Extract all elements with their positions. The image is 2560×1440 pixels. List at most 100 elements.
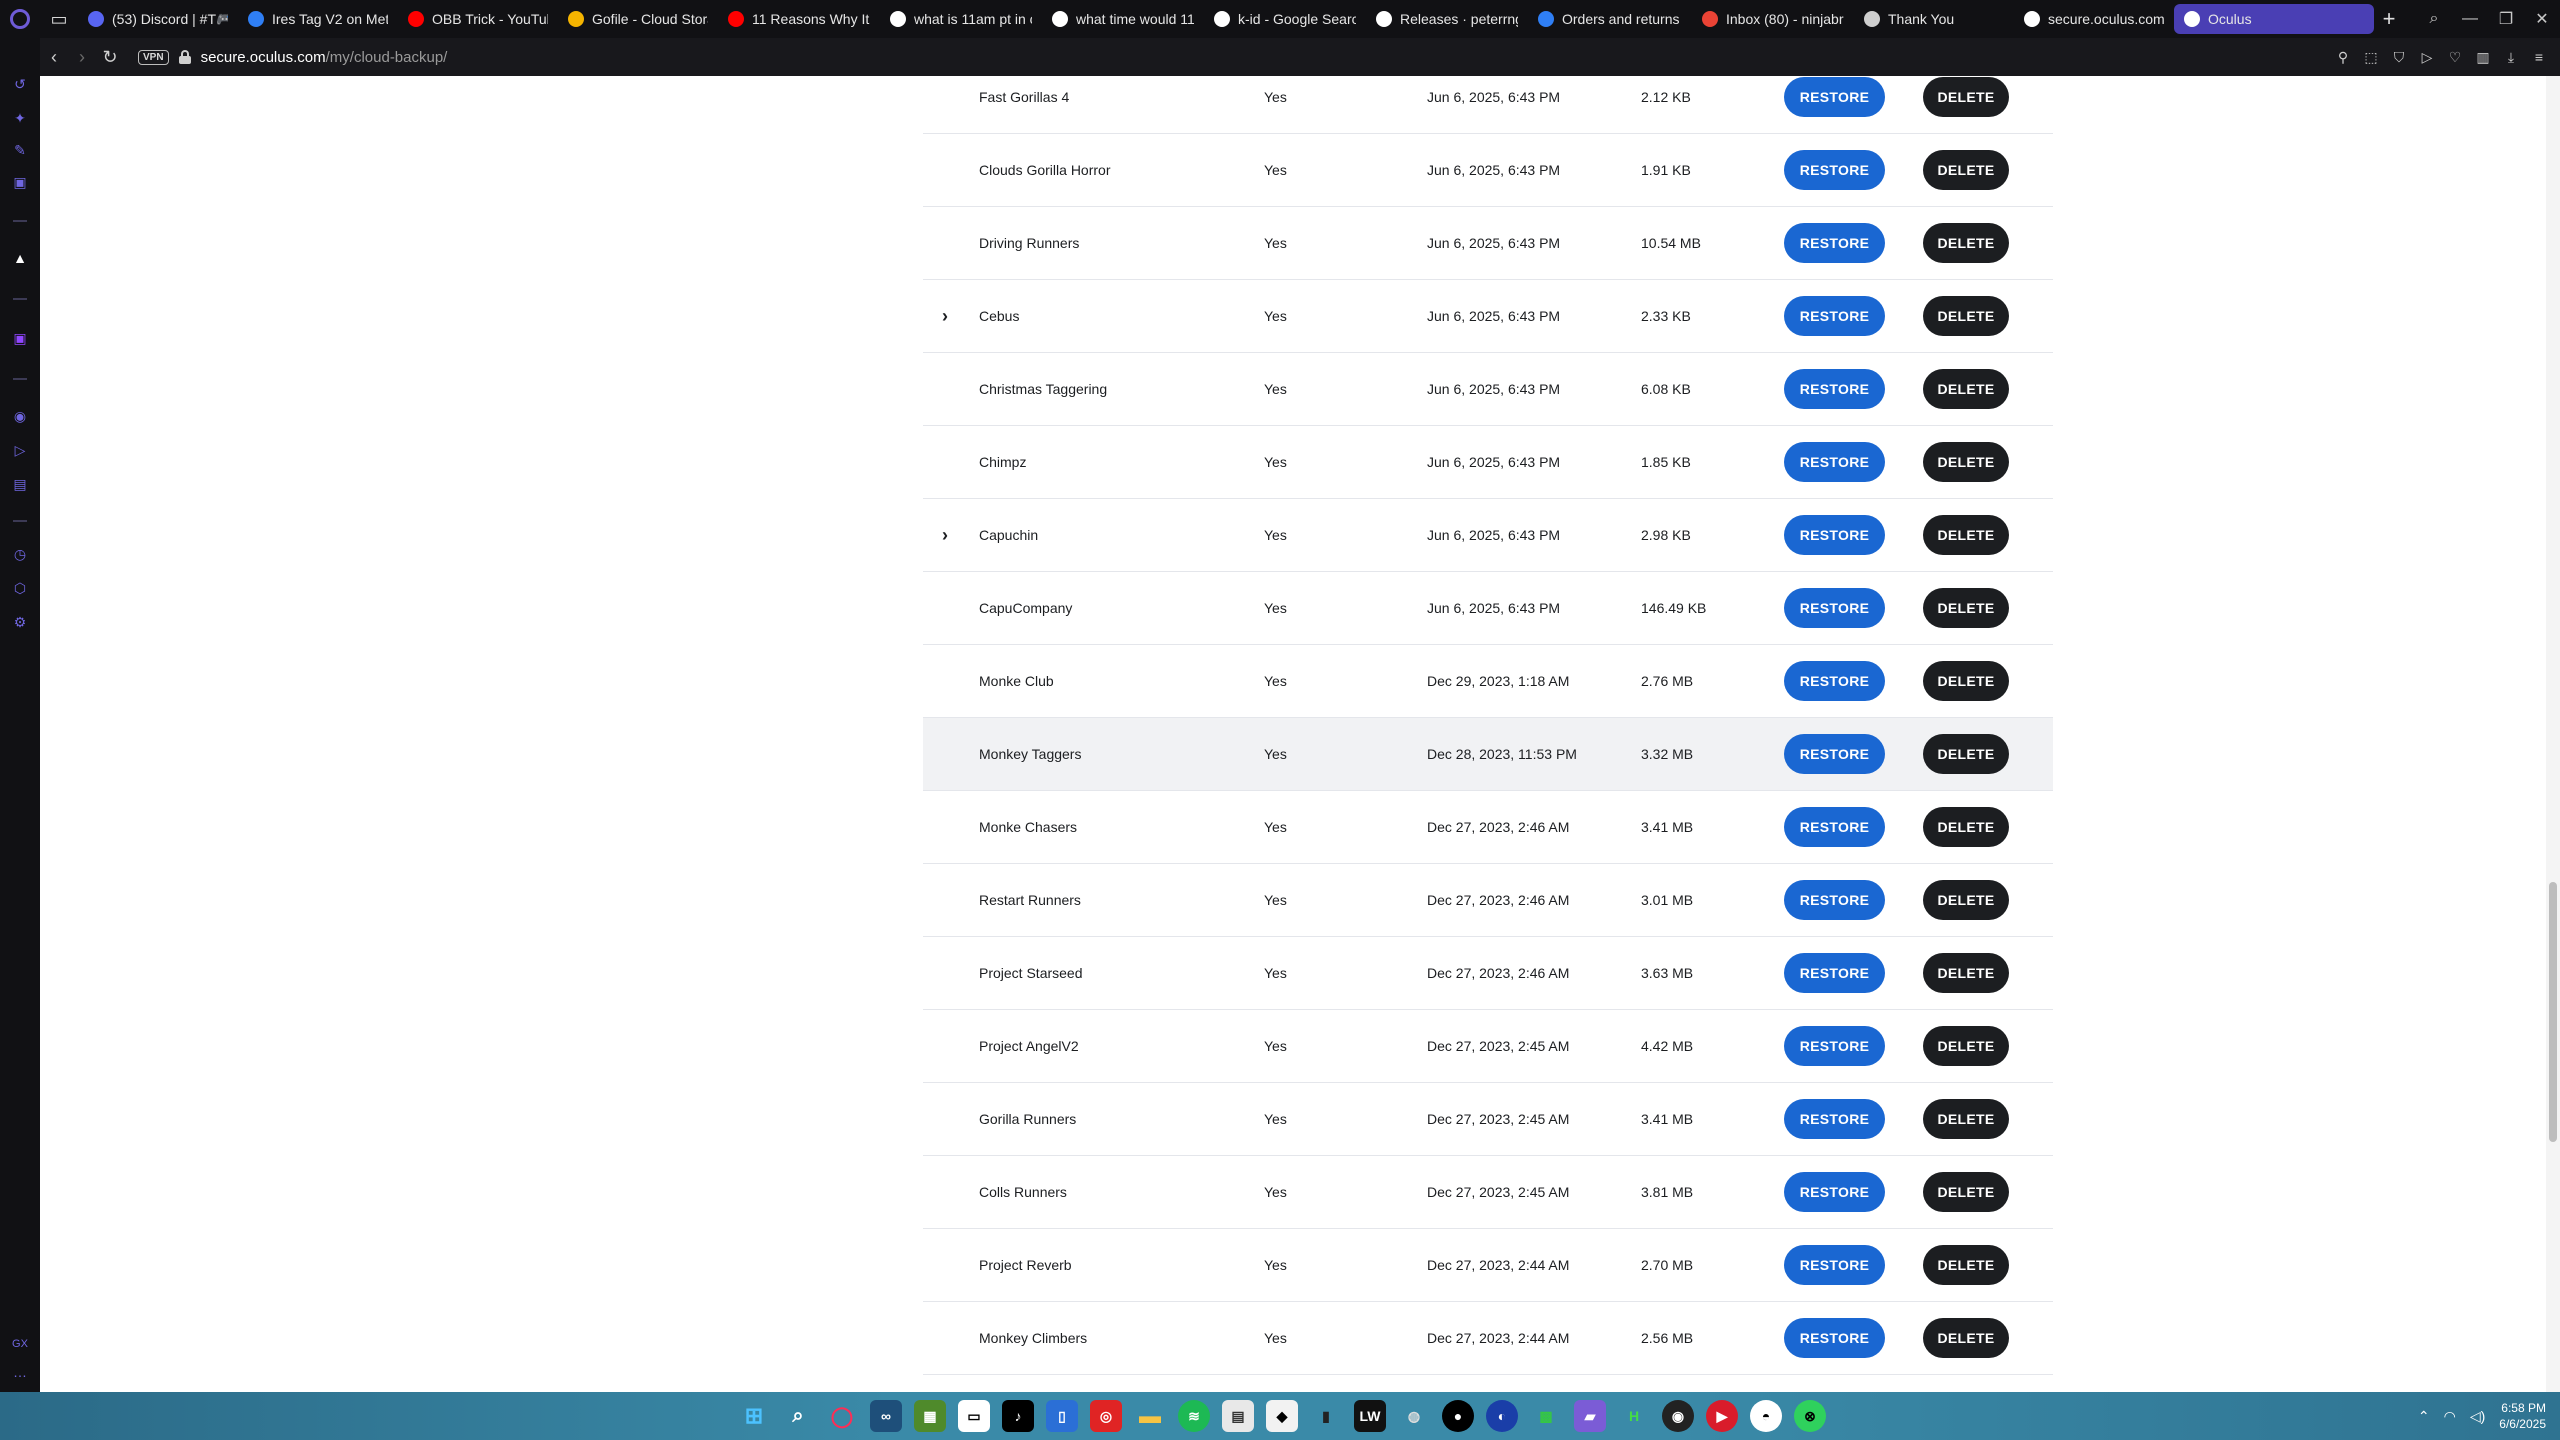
delete-button[interactable]: DELETE: [1923, 1245, 2009, 1285]
restore-button[interactable]: RESTORE: [1784, 296, 1885, 336]
restore-button[interactable]: RESTORE: [1784, 1245, 1885, 1285]
minecraft-icon[interactable]: ▦: [914, 1400, 946, 1432]
delete-button[interactable]: DELETE: [1923, 588, 2009, 628]
media-player-icon[interactable]: ▶: [1706, 1400, 1738, 1432]
browser-tab[interactable]: Inbox (80) - ninjabro: [1692, 4, 1854, 34]
url-field[interactable]: secure.oculus.com/my/cloud-backup/: [201, 49, 448, 66]
browser-tab[interactable]: Gofile - Cloud Storag: [558, 4, 718, 34]
shield-icon[interactable]: ⛉: [2388, 46, 2410, 68]
close-icon[interactable]: ✕: [2524, 0, 2560, 38]
menu-icon[interactable]: ≡: [2528, 46, 2550, 68]
pen-icon[interactable]: ▮: [1310, 1400, 1342, 1432]
pin-icon[interactable]: ⚲: [2332, 46, 2354, 68]
delete-button[interactable]: DELETE: [1923, 296, 2009, 336]
vpn-badge[interactable]: VPN: [138, 49, 169, 65]
search-tabs-icon[interactable]: ⌕: [2416, 0, 2452, 38]
maximize-icon[interactable]: ❐: [2488, 0, 2524, 38]
ai-icon[interactable]: ▲: [10, 248, 30, 268]
browser-tab[interactable]: secure.oculus.com/m: [2014, 4, 2174, 34]
tiktok-icon[interactable]: ♪: [1002, 1400, 1034, 1432]
browser-tab[interactable]: 11 Reasons Why It's: [718, 4, 880, 34]
chevron-right-icon[interactable]: ›: [935, 525, 955, 546]
restore-button[interactable]: RESTORE: [1784, 515, 1885, 555]
history-icon[interactable]: ↺: [10, 74, 30, 94]
delete-button[interactable]: DELETE: [1923, 1099, 2009, 1139]
delete-button[interactable]: DELETE: [1923, 734, 2009, 774]
wifi-icon[interactable]: ◠: [2444, 1408, 2456, 1425]
app-icon[interactable]: ∞: [870, 1400, 902, 1432]
player-icon[interactable]: ◉: [10, 406, 30, 426]
restore-button[interactable]: RESTORE: [1784, 150, 1885, 190]
tab-menu-icon[interactable]: ▭: [40, 0, 78, 38]
delete-button[interactable]: DELETE: [1923, 150, 2009, 190]
delete-button[interactable]: DELETE: [1923, 77, 2009, 117]
reload-icon[interactable]: ↻: [96, 38, 124, 76]
delete-button[interactable]: DELETE: [1923, 953, 2009, 993]
download-icon[interactable]: ⤓: [2500, 46, 2522, 68]
twitch-icon[interactable]: ▣: [10, 328, 30, 348]
chrome-icon[interactable]: ◉: [1662, 1400, 1694, 1432]
workspace-icon[interactable]: ▣: [10, 172, 30, 192]
delete-button[interactable]: DELETE: [1923, 807, 2009, 847]
scroll-thumb[interactable]: [2549, 882, 2557, 1142]
page-scrollbar[interactable]: [2546, 76, 2560, 1392]
chevron-right-icon[interactable]: ›: [935, 306, 955, 327]
disk-icon[interactable]: ◐: [1486, 1400, 1518, 1432]
browser-tab[interactable]: Thank You: [1854, 4, 2014, 34]
restore-button[interactable]: RESTORE: [1784, 734, 1885, 774]
search-icon[interactable]: ⌕: [782, 1400, 814, 1432]
terminal-icon[interactable]: ▭: [958, 1400, 990, 1432]
creeper-icon[interactable]: ▩: [1530, 1400, 1562, 1432]
play-icon[interactable]: ▷: [2416, 46, 2438, 68]
steam-icon[interactable]: ◓: [1750, 1400, 1782, 1432]
browser-tab[interactable]: what time would 11a: [1042, 4, 1204, 34]
lock-icon[interactable]: [178, 50, 191, 64]
restore-button[interactable]: RESTORE: [1784, 1172, 1885, 1212]
delete-button[interactable]: DELETE: [1923, 1026, 2009, 1066]
restore-button[interactable]: RESTORE: [1784, 880, 1885, 920]
browser-tab[interactable]: Releases · peterrng/: [1366, 4, 1528, 34]
roblox-icon[interactable]: ◆: [1266, 1400, 1298, 1432]
chevron-up-icon[interactable]: ⌃: [2418, 1408, 2430, 1425]
browser-tab[interactable]: Ires Tag V2 on Meta: [238, 4, 398, 34]
settings-icon[interactable]: ⚙: [10, 612, 30, 632]
clock-icon[interactable]: ◷: [10, 544, 30, 564]
forward-icon[interactable]: ›: [68, 38, 96, 76]
restore-button[interactable]: RESTORE: [1784, 77, 1885, 117]
lw-icon[interactable]: LW: [1354, 1400, 1386, 1432]
back-icon[interactable]: ‹: [40, 38, 68, 76]
send-icon[interactable]: ▷: [10, 440, 30, 460]
browser-tab[interactable]: k-id - Google Search: [1204, 4, 1366, 34]
browser-tab[interactable]: (53) Discord | #T🎮: [78, 4, 238, 34]
delete-button[interactable]: DELETE: [1923, 1172, 2009, 1212]
restore-button[interactable]: RESTORE: [1784, 588, 1885, 628]
restore-button[interactable]: RESTORE: [1784, 661, 1885, 701]
browser-tab[interactable]: Orders and returns |: [1528, 4, 1692, 34]
github-desktop-icon[interactable]: ●: [1442, 1400, 1474, 1432]
xbox-icon[interactable]: ⊗: [1794, 1400, 1826, 1432]
document-icon[interactable]: ▤: [1222, 1400, 1254, 1432]
wallet-icon[interactable]: ▥: [2472, 46, 2494, 68]
h-app-icon[interactable]: H: [1618, 1400, 1650, 1432]
aria-icon[interactable]: ✦: [10, 108, 30, 128]
new-tab-button[interactable]: +: [2374, 4, 2404, 34]
more-icon[interactable]: …: [10, 1362, 30, 1382]
delete-button[interactable]: DELETE: [1923, 369, 2009, 409]
obs-icon[interactable]: ◍: [1398, 1400, 1430, 1432]
notepad-icon[interactable]: ▯: [1046, 1400, 1078, 1432]
sidequest-icon[interactable]: ▰: [1574, 1400, 1606, 1432]
system-clock[interactable]: 6:58 PM 6/6/2025: [2499, 1400, 2546, 1432]
restore-button[interactable]: RESTORE: [1784, 953, 1885, 993]
notes-icon[interactable]: ✎: [10, 140, 30, 160]
file-explorer-icon[interactable]: ▬: [1134, 1400, 1166, 1432]
browser-tab[interactable]: OBB Trick - YouTube: [398, 4, 558, 34]
delete-button[interactable]: DELETE: [1923, 442, 2009, 482]
restore-button[interactable]: RESTORE: [1784, 807, 1885, 847]
delete-button[interactable]: DELETE: [1923, 661, 2009, 701]
opera-taskbar-icon[interactable]: ◯: [826, 1400, 858, 1432]
delete-button[interactable]: DELETE: [1923, 515, 2009, 555]
gx-icon[interactable]: GX: [10, 1334, 30, 1354]
opera-menu-icon[interactable]: [0, 0, 40, 38]
restore-button[interactable]: RESTORE: [1784, 1099, 1885, 1139]
opera-gx-icon[interactable]: ◎: [1090, 1400, 1122, 1432]
